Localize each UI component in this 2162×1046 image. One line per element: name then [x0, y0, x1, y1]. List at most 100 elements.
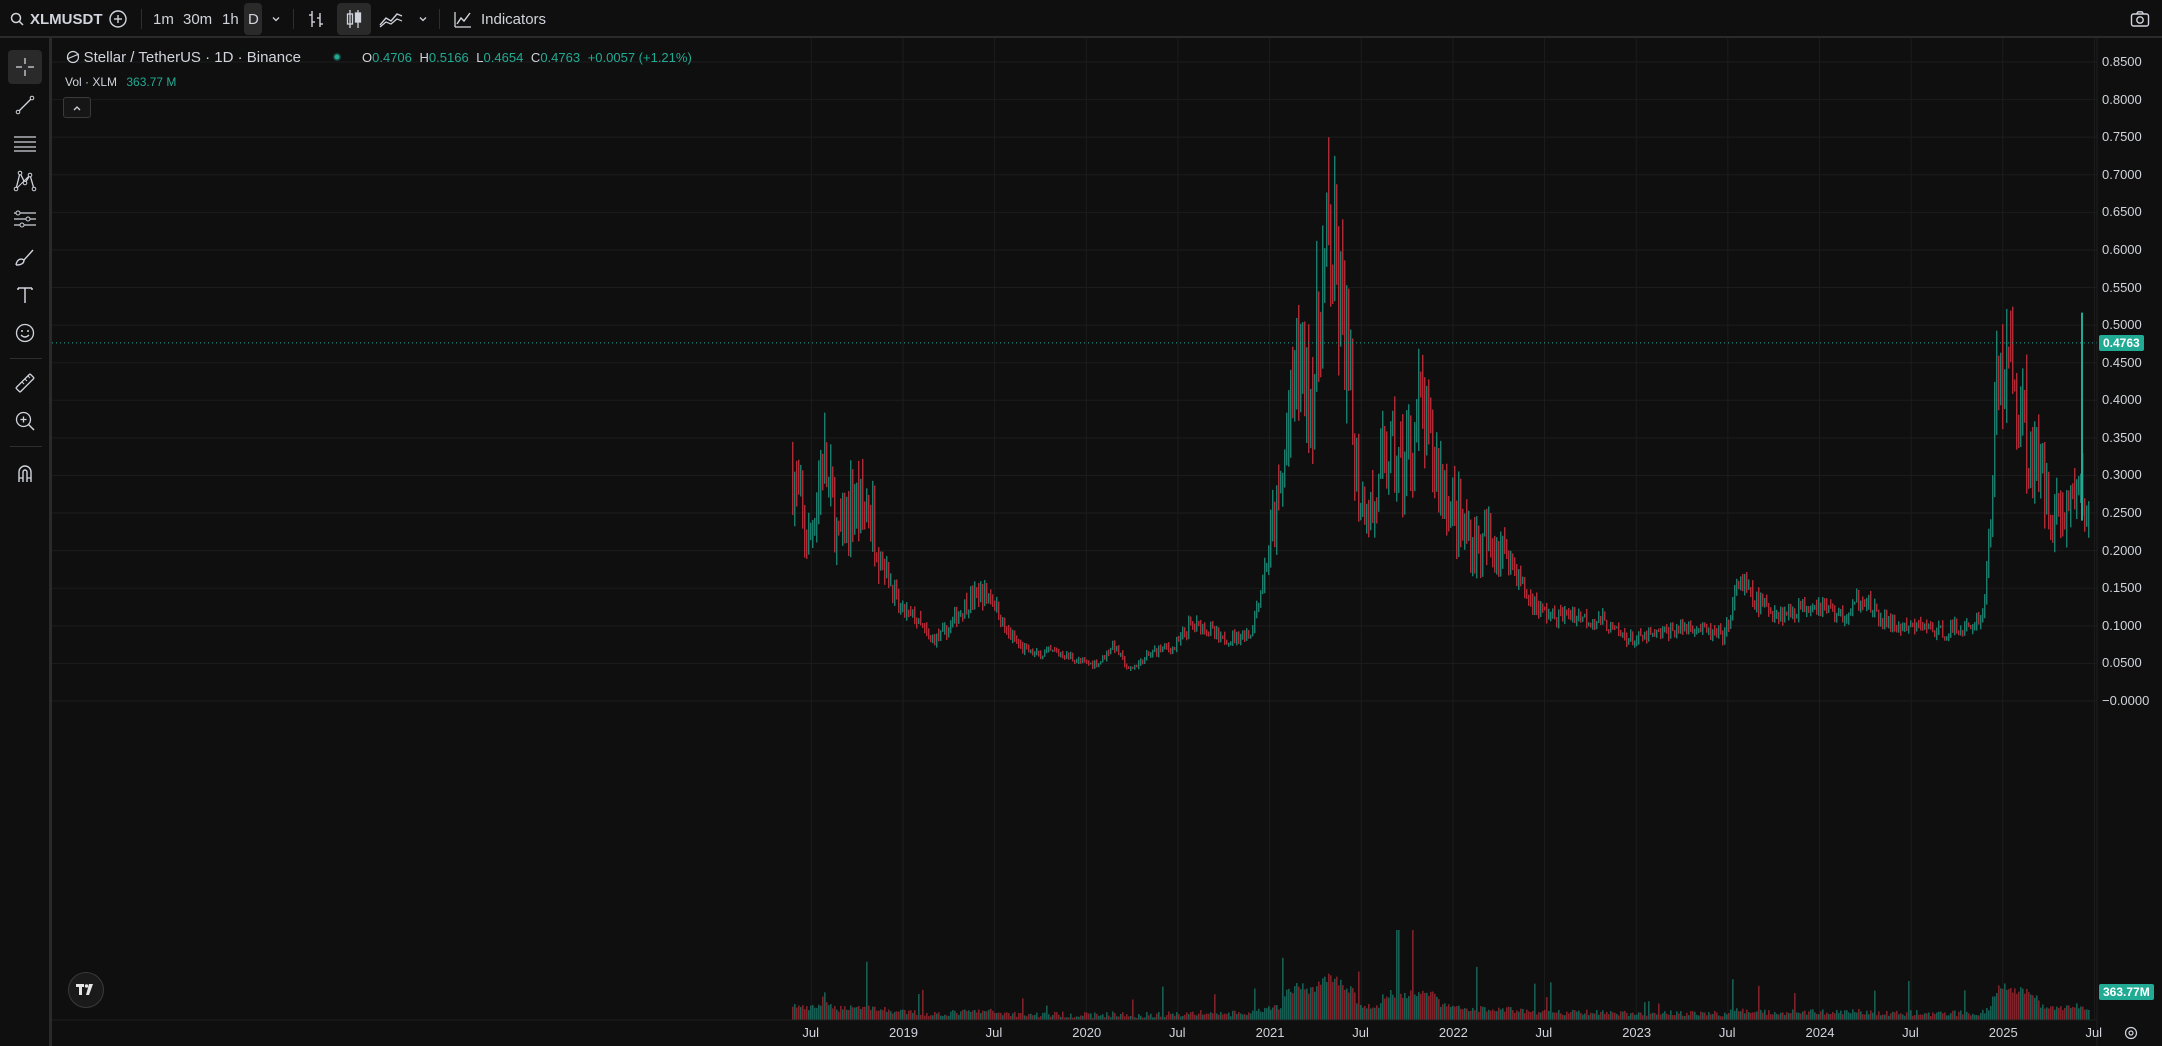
tradingview-logo[interactable] [68, 972, 104, 1008]
volume-bar [932, 1015, 934, 1020]
volume-bar [1664, 1011, 1666, 1020]
volume-value: 363.77 M [126, 75, 177, 89]
volume-bar [1048, 1014, 1050, 1020]
chart-type-dropdown[interactable] [417, 0, 429, 38]
volume-bar [982, 1010, 984, 1020]
horizontal-lines-tool[interactable] [8, 126, 42, 160]
volume-bar [1256, 1010, 1258, 1020]
volume-bar [1862, 1014, 1864, 1020]
volume-bar [1398, 930, 1400, 1020]
volume-bar [1734, 1010, 1736, 1020]
volume-bar [828, 1005, 830, 1020]
volume-bar [1968, 1013, 1970, 1020]
indicators-button[interactable]: Indicators [453, 0, 546, 38]
market-status-dot[interactable] [332, 50, 342, 65]
volume-bar [1616, 1013, 1618, 1020]
last-price-badge: 0.4763 [2099, 334, 2144, 351]
magnet-tool[interactable] [8, 456, 42, 490]
trend-line-tool[interactable] [8, 88, 42, 122]
volume-bar [1852, 1009, 1854, 1020]
volume-bar [1672, 1015, 1674, 1020]
screenshot-button[interactable] [2130, 0, 2150, 38]
volume-bar [1082, 1015, 1084, 1020]
volume-bar [1880, 1015, 1882, 1020]
volume-bar [1126, 1014, 1128, 1020]
volume-bar [1574, 1010, 1576, 1020]
volume-bar [2024, 993, 2026, 1020]
brush-tool[interactable] [8, 240, 42, 274]
volume-bar [940, 1015, 942, 1020]
volume-bar [1234, 1010, 1236, 1020]
volume-bar [1108, 1015, 1110, 1020]
measure-tool[interactable] [8, 366, 42, 400]
volume-bar [1620, 1011, 1622, 1020]
volume-bar [1322, 978, 1324, 1020]
volume-bar [1132, 999, 1134, 1020]
volume-bar [2042, 1004, 2044, 1020]
volume-bar [852, 1007, 854, 1020]
volume-bar [2048, 1008, 2050, 1020]
volume-bar [2082, 1006, 2084, 1020]
volume-bar [1736, 1008, 1738, 1020]
volume-bar [1466, 1008, 1468, 1020]
symbol-search[interactable]: XLMUSDT [10, 0, 103, 38]
volume-bar [1838, 1013, 1840, 1020]
volume-bar [1706, 1015, 1708, 1020]
volume-bar [1992, 996, 1994, 1020]
volume-bar [1432, 991, 1434, 1020]
pattern-tool[interactable] [8, 164, 42, 198]
interval-1m[interactable]: 1m [153, 0, 174, 38]
volume-bar [1366, 1008, 1368, 1020]
volume-bar [1580, 1013, 1582, 1020]
volume-bar [1658, 1003, 1660, 1020]
area-chart-type-button[interactable] [378, 0, 404, 38]
volume-bar [910, 1010, 912, 1020]
volume-bar [798, 1005, 800, 1020]
legend-title[interactable]: Stellar / TetherUS · 1D · Binance [84, 49, 301, 66]
volume-bar [1476, 966, 1478, 1020]
volume-bar [1882, 1014, 1884, 1020]
volume-bar [994, 1012, 996, 1020]
interval-1h[interactable]: 1h [222, 0, 239, 38]
volume-bar [1588, 1015, 1590, 1020]
time-tick-label: Jul [1902, 1025, 1919, 1040]
emoji-tool[interactable] [8, 316, 42, 350]
zoom-tool[interactable] [8, 404, 42, 438]
volume-bar [878, 1010, 880, 1020]
volume-bar [1004, 1012, 1006, 1020]
interval-30m[interactable]: 30m [183, 0, 212, 38]
volume-bar [1324, 976, 1326, 1020]
volume-bar [1248, 1012, 1250, 1020]
volume-bar [1414, 994, 1416, 1020]
axis-settings-button[interactable] [2123, 1025, 2139, 1044]
candles-chart-type-button[interactable] [343, 0, 365, 38]
bar-chart-type-button[interactable] [305, 0, 327, 38]
volume-bar [2064, 1007, 2066, 1020]
volume-bar [1460, 1008, 1462, 1020]
volume-bar [1982, 1009, 1984, 1020]
volume-bar [1150, 1013, 1152, 1020]
price-tick-label: 0.0500 [2102, 655, 2142, 671]
forecast-tool[interactable] [8, 202, 42, 236]
trend-line-icon [15, 95, 35, 115]
volume-bar [1954, 1010, 1956, 1020]
compare-symbol-button[interactable] [108, 0, 128, 38]
volume-bar [1022, 998, 1024, 1020]
volume-bar [1754, 1012, 1756, 1020]
volume-bar [1888, 1015, 1890, 1020]
price-chart[interactable] [52, 38, 2162, 1046]
volume-bar [838, 1011, 840, 1020]
interval-dropdown[interactable] [270, 0, 282, 38]
interval-d[interactable]: D [248, 0, 259, 38]
volume-bar [1240, 1013, 1242, 1020]
volume-bar [1528, 1011, 1530, 1020]
volume-bar [952, 1010, 954, 1020]
volume-legend[interactable]: Vol · XLM 363.77 M [65, 75, 176, 89]
text-tool[interactable] [8, 278, 42, 312]
volume-bar [1560, 1013, 1562, 1020]
volume-bar [1820, 1011, 1822, 1020]
price-tick-label: 0.1500 [2102, 580, 2142, 596]
crosshair-tool[interactable] [8, 50, 42, 84]
volume-bar [1858, 1009, 1860, 1020]
collapse-legend-button[interactable] [63, 97, 91, 118]
